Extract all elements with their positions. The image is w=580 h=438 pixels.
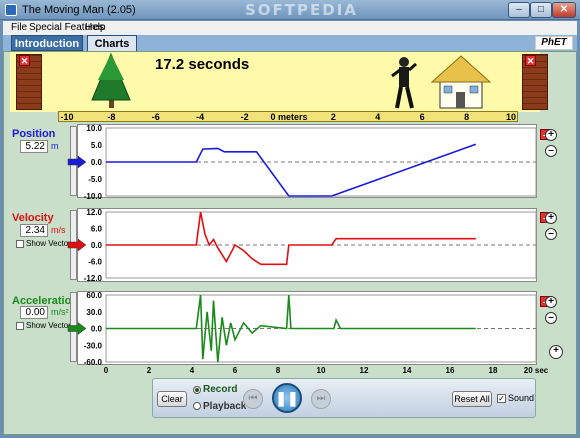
step-icon[interactable]: ⏭	[311, 389, 331, 409]
time-tick-label: 12	[360, 366, 369, 375]
velocity-y-tick-label: 6.0	[91, 225, 103, 234]
velocity-zoom-out-icon[interactable]: –	[545, 228, 557, 240]
velocity-y-tick-label: -6.0	[88, 258, 102, 267]
velocity-y-tick-label: 12.0	[86, 208, 102, 217]
position-y-tick-label: 0.0	[91, 158, 103, 167]
acceleration-series-line	[106, 294, 476, 363]
time-tick-label: 4	[190, 366, 195, 375]
position-y-tick-label: 5.0	[91, 141, 103, 150]
acceleration-y-tick-label: -30.0	[84, 341, 103, 350]
position-arrow-icon	[67, 155, 87, 169]
record-radio[interactable]	[193, 386, 201, 394]
velocity-zoom-in-icon[interactable]: +	[545, 212, 557, 224]
acceleration-y-tick-label: 30.0	[86, 308, 102, 317]
playback-radio[interactable]	[193, 402, 201, 410]
clear-button[interactable]: Clear	[157, 391, 187, 407]
velocity-arrow-icon	[67, 238, 87, 252]
pause-icon[interactable]: ❚❚	[272, 383, 302, 413]
position-zoom-in-icon[interactable]: +	[545, 129, 557, 141]
acceleration-zoom-in-icon[interactable]: +	[545, 296, 557, 308]
position-y-tick-label: 10.0	[86, 124, 102, 133]
position-y-tick-label: -10.0	[84, 192, 103, 201]
motion-charts: 10.05.00.0-5.0-10.012.06.00.0-6.0-12.060…	[67, 124, 549, 375]
acceleration-y-tick-label: -60.0	[84, 358, 103, 367]
velocity-y-tick-label: -12.0	[84, 274, 103, 283]
position-y-tick-label: -5.0	[88, 175, 102, 184]
time-tick-label: 10	[317, 366, 326, 375]
acceleration-zoom-out-icon[interactable]: –	[545, 312, 557, 324]
time-tick-label: 2	[147, 366, 152, 375]
position-zoom-out-icon[interactable]: –	[545, 145, 557, 157]
time-tick-label: 14	[403, 366, 412, 375]
acceleration-y-tick-label: 60.0	[86, 291, 102, 300]
acceleration-arrow-icon	[67, 322, 87, 335]
sound-label: Sound	[508, 393, 535, 403]
time-tick-label: 6	[233, 366, 238, 375]
time-tick-label: 20 sec	[524, 366, 549, 375]
velocity-y-tick-label: 0.0	[91, 241, 103, 250]
acceleration-y-tick-label: 0.0	[91, 325, 103, 334]
time-tick-label: 0	[104, 366, 109, 375]
reset-all-button[interactable]: Reset All	[452, 391, 492, 407]
time-tick-label: 18	[489, 366, 498, 375]
playback-label: Playback	[203, 401, 247, 412]
velocity-series-line	[106, 211, 476, 266]
time-zoom-in-icon[interactable]: +	[549, 345, 563, 359]
position-series-line	[106, 143, 477, 197]
time-tick-label: 16	[446, 366, 455, 375]
rewind-icon[interactable]: ⏮	[243, 389, 263, 409]
playback-controls: Clear Record Playback ⏮ ❚❚ ⏭ Reset All ✓…	[152, 378, 536, 418]
sound-checkbox[interactable]: ✓	[497, 394, 506, 403]
record-label: Record	[203, 384, 238, 395]
time-tick-label: 8	[276, 366, 281, 375]
